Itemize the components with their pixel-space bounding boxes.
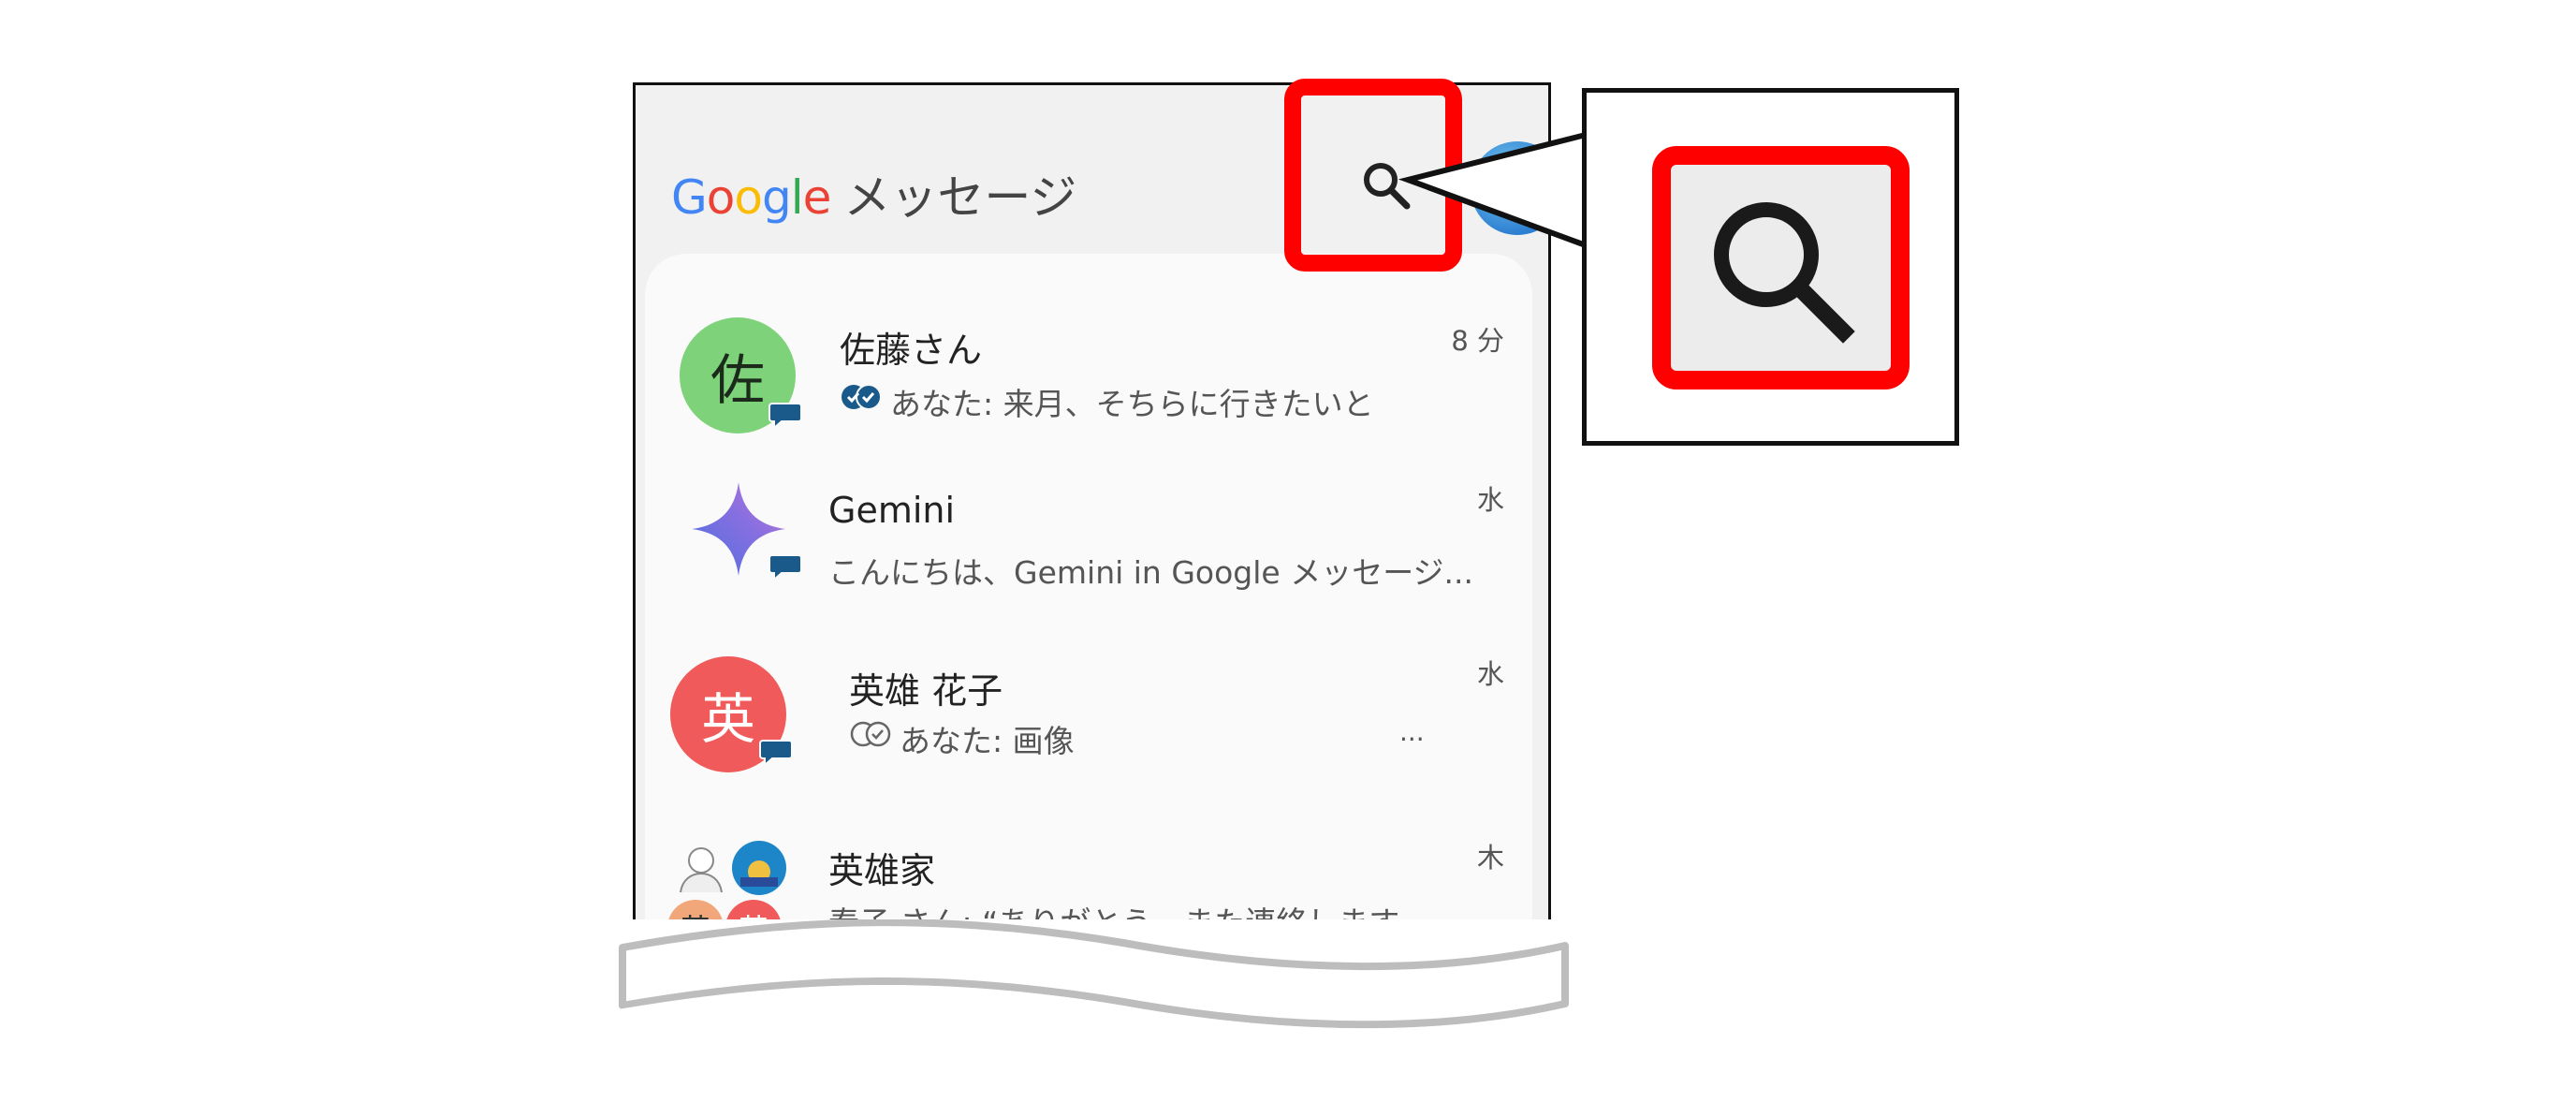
account-avatar[interactable] <box>1471 141 1548 235</box>
conversation-name: 佐藤さん <box>840 330 983 371</box>
conversation-snippet: あなた: 画像 <box>900 723 1075 759</box>
conversation-time: 木 <box>1476 842 1504 874</box>
double-check-filled-icon <box>842 384 882 410</box>
torn-edge-decoration <box>618 919 1573 1041</box>
conversation-name: 英雄家 <box>828 850 936 891</box>
conversation-snippet: こんにちは、Gemini in Google メッセージ... <box>828 554 1474 591</box>
search-icon <box>1714 202 1855 344</box>
google-logo: Google <box>671 170 831 225</box>
app-title-text: メッセージ <box>843 170 1077 225</box>
conversation-time: 水 <box>1476 658 1504 690</box>
conversation-list: 佐 佐藤さん あなた: 来月、そちらに行きたいと 8 分 Gemini こんにち… <box>645 254 1532 963</box>
app-title: Google メッセージ <box>671 160 1076 228</box>
double-check-outline-icon <box>850 721 891 747</box>
message-badge-icon <box>759 740 793 767</box>
more-ellipsis: ... <box>1399 716 1425 747</box>
zoomed-search-button <box>1652 146 1910 389</box>
photo-avatar-icon <box>732 841 786 895</box>
conversation-time: 水 <box>1476 484 1504 516</box>
conversation-row[interactable]: Gemini こんにちは、Gemini in Google メッセージ... 水 <box>645 434 1532 611</box>
conversation-name: Gemini <box>828 490 956 531</box>
message-badge-icon <box>768 554 802 581</box>
search-highlight-box <box>1284 79 1462 272</box>
person-avatar-icon <box>680 847 723 893</box>
conversation-name: 英雄 花子 <box>849 670 1003 712</box>
conversation-row[interactable]: 佐 佐藤さん あなた: 来月、そちらに行きたいと 8 分 <box>645 263 1532 441</box>
conversation-time: 8 分 <box>1451 325 1504 357</box>
conversation-row[interactable]: 英 英雄 花子 あなた: 画像 ... 水 <box>645 610 1532 787</box>
zoom-callout <box>1582 88 1959 446</box>
conversation-snippet: あなた: 来月、そちらに行きたいと <box>890 386 1374 422</box>
message-badge-icon <box>768 403 802 430</box>
